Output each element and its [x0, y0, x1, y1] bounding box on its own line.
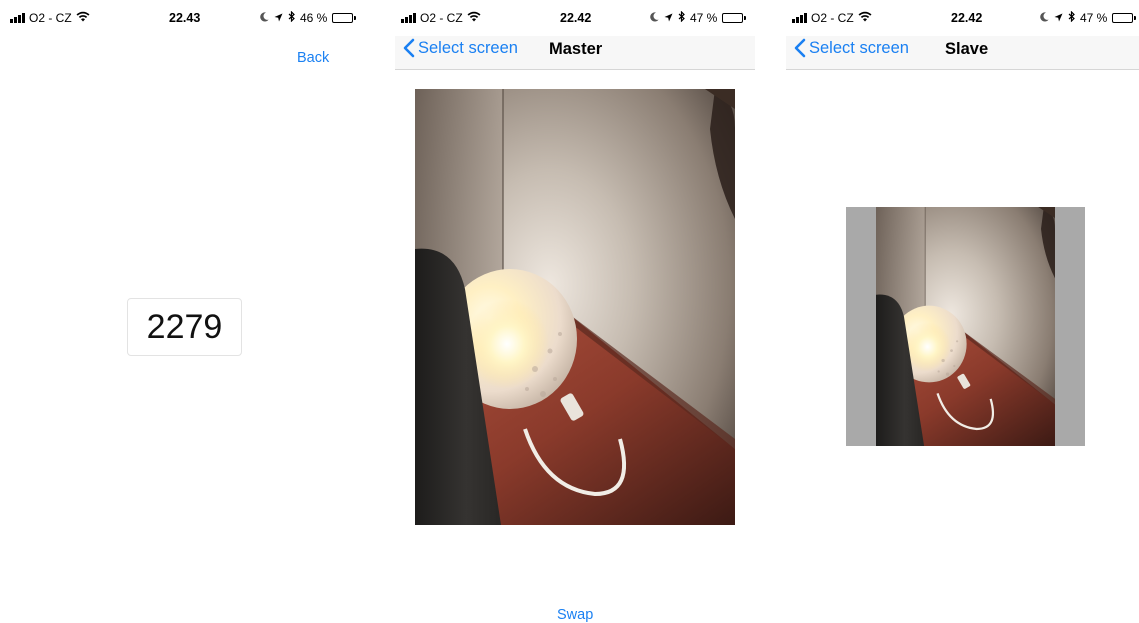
back-label: Select screen	[809, 38, 909, 57]
battery-percent: 47 %	[1080, 11, 1108, 25]
select-screen-back-button[interactable]: Select screen	[794, 38, 909, 58]
bluetooth-icon	[678, 10, 685, 25]
nav-title: Slave	[945, 40, 989, 58]
signal-icon	[401, 13, 416, 23]
battery-percent: 47 %	[690, 11, 718, 25]
nav-title: Master	[549, 40, 603, 58]
battery-icon	[1112, 13, 1137, 23]
status-bar: O2 - CZ 22.43 46 %	[0, 0, 370, 36]
moon-icon	[650, 11, 659, 25]
carrier-label: O2 - CZ	[811, 11, 854, 25]
slave-screen: O2 - CZ 22.42 47 % Select screen Slave	[786, 0, 1139, 623]
clock: 22.43	[169, 11, 201, 25]
master-screen: O2 - CZ 22.42 47 % Select screen Master …	[395, 0, 755, 623]
status-bar: O2 - CZ 22.42 47 %	[786, 0, 1139, 36]
location-icon	[274, 11, 283, 25]
status-bar: O2 - CZ 22.42 47 %	[395, 0, 755, 36]
clock: 22.42	[560, 11, 592, 25]
wifi-icon	[858, 11, 872, 25]
received-image	[876, 207, 1055, 446]
back-label: Select screen	[418, 38, 518, 57]
moon-icon	[1040, 11, 1049, 25]
wifi-icon	[467, 11, 481, 25]
carrier-label: O2 - CZ	[420, 11, 463, 25]
swap-button[interactable]: Swap	[557, 607, 593, 623]
battery-icon	[332, 13, 357, 23]
select-screen-back-button[interactable]: Select screen	[403, 38, 518, 58]
navigation-bar: Select screen Slave	[786, 36, 1139, 70]
wifi-icon	[76, 11, 90, 25]
location-icon	[1054, 11, 1063, 25]
received-frame	[846, 207, 1085, 446]
clock: 22.42	[951, 11, 983, 25]
signal-icon	[10, 13, 25, 23]
battery-percent: 46 %	[300, 11, 328, 25]
chevron-left-icon	[403, 38, 415, 58]
pairing-code: 2279	[127, 298, 242, 356]
chevron-left-icon	[794, 38, 806, 58]
signal-icon	[792, 13, 807, 23]
navigation-bar: Select screen Master	[395, 36, 755, 70]
bluetooth-icon	[288, 10, 295, 25]
carrier-label: O2 - CZ	[29, 11, 72, 25]
back-button[interactable]: Back	[297, 50, 329, 66]
camera-preview	[415, 89, 735, 525]
location-icon	[664, 11, 673, 25]
moon-icon	[260, 11, 269, 25]
bluetooth-icon	[1068, 10, 1075, 25]
battery-icon	[722, 13, 747, 23]
code-screen: O2 - CZ 22.43 46 % Back 2279	[0, 0, 370, 623]
